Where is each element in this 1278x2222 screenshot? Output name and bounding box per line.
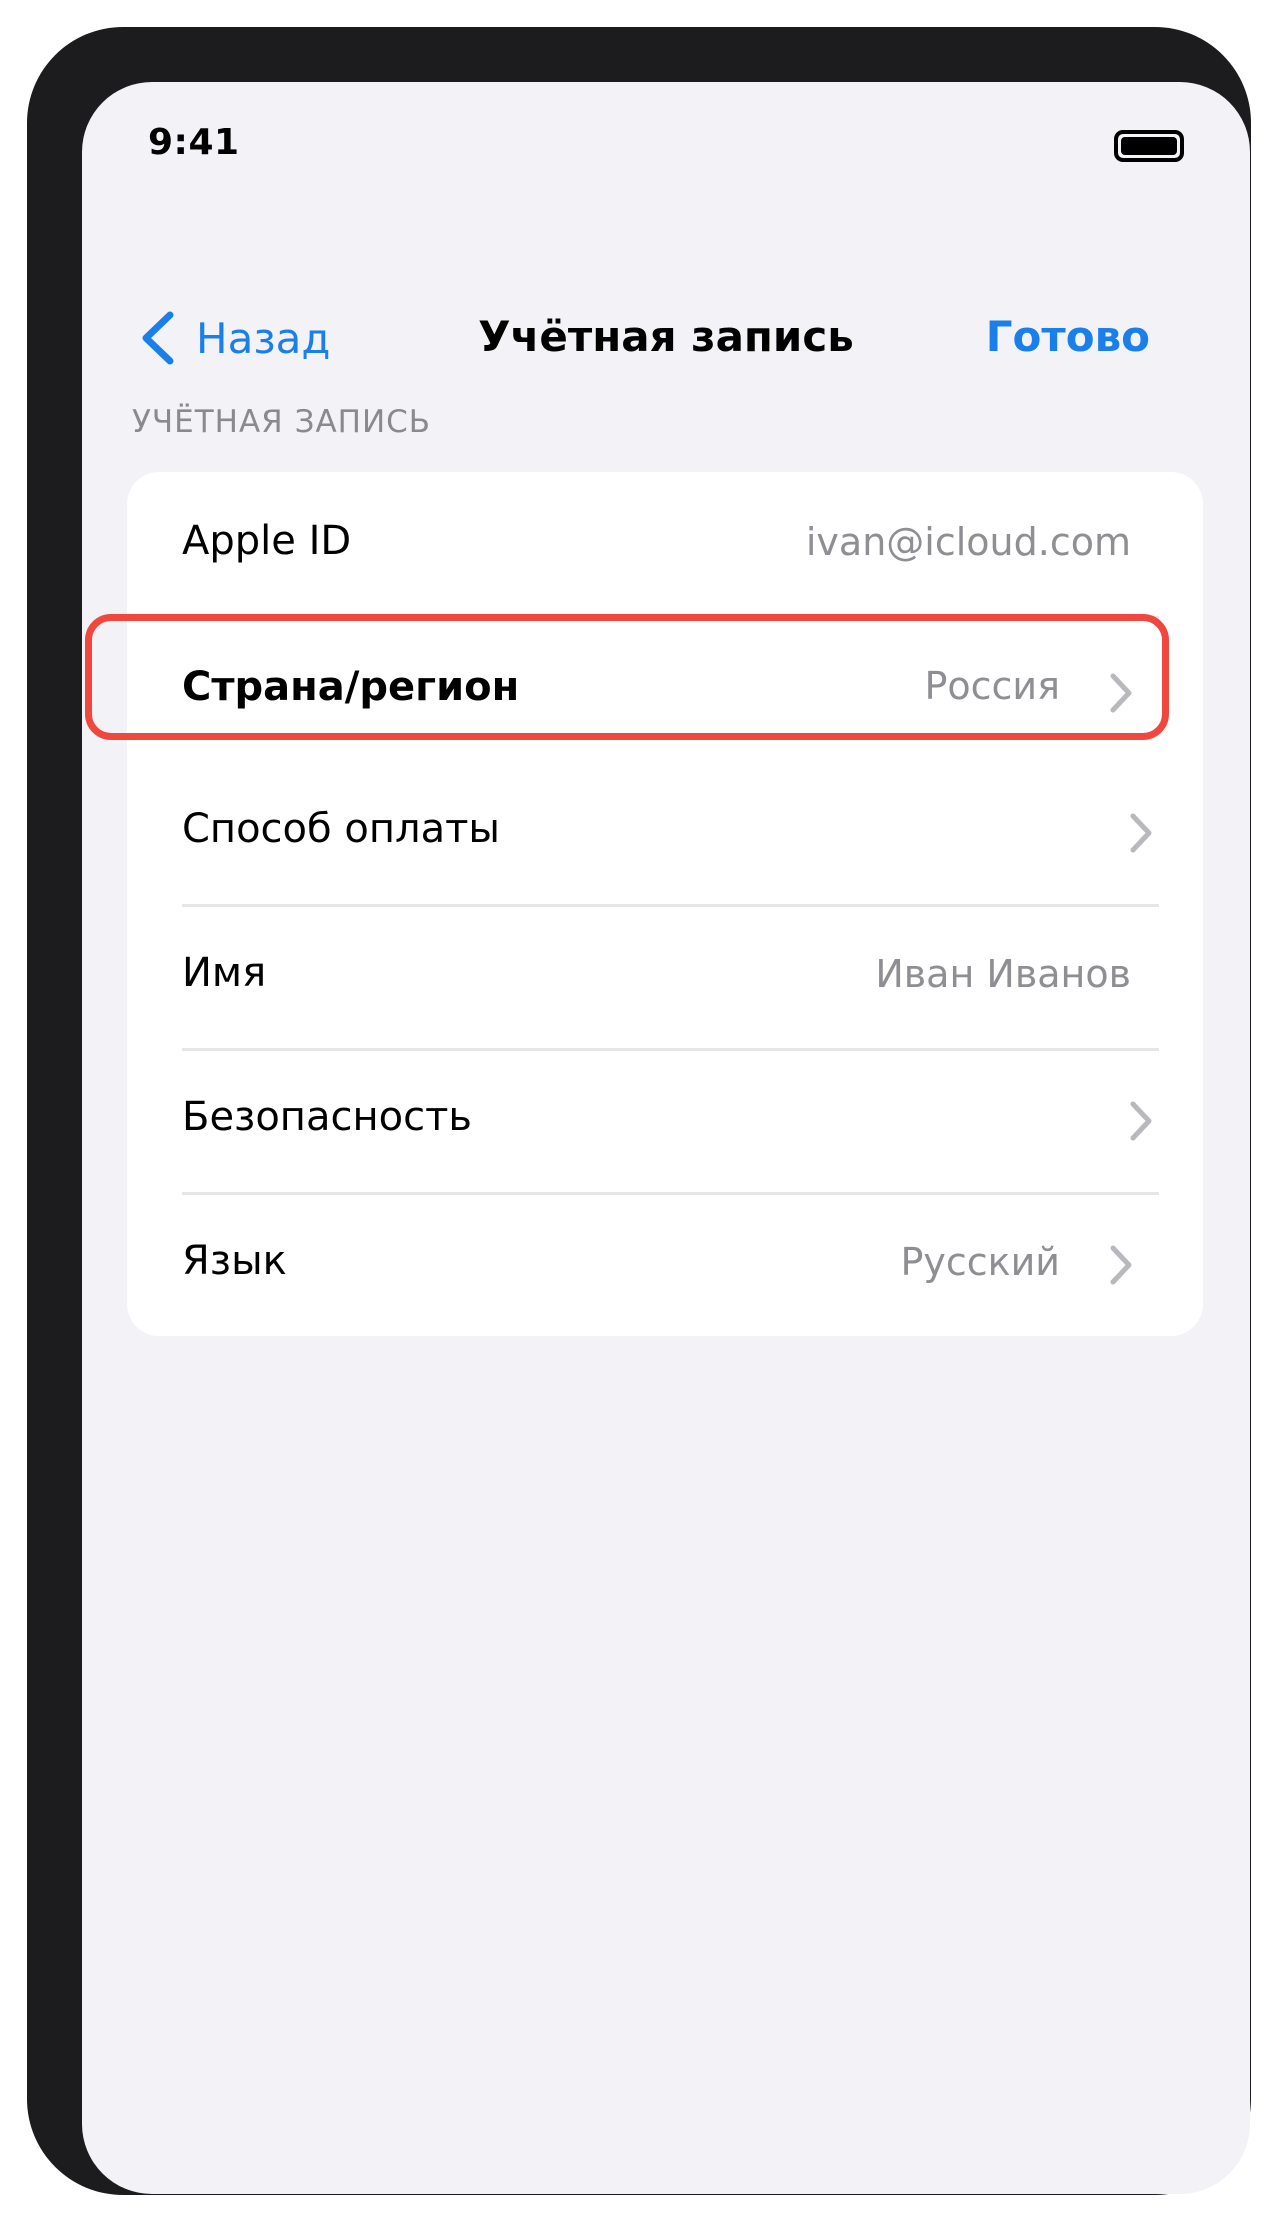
row-label: Способ оплаты <box>182 806 500 852</box>
screen: 9:41 Учётная запись Назад Готово УЧЁТНАЯ… <box>82 82 1250 2194</box>
navigation-bar: Учётная запись Назад Готово <box>82 282 1250 392</box>
row-label: Имя <box>182 950 267 996</box>
chevron-right-icon <box>1130 1101 1152 1141</box>
chevron-right-icon <box>1110 1245 1132 1285</box>
chevron-right-icon <box>1110 673 1132 713</box>
status-time: 9:41 <box>148 122 240 163</box>
account-settings-card: Apple ID ivan@icloud.com Страна/регион Р… <box>127 472 1203 1336</box>
section-header: УЧЁТНАЯ ЗАПИСЬ <box>132 404 432 440</box>
row-value: Иван Иванов <box>875 952 1131 996</box>
row-label: Apple ID <box>182 518 352 564</box>
row-value: ivan@icloud.com <box>805 520 1131 564</box>
row-security[interactable]: Безопасность <box>127 1048 1203 1192</box>
row-label: Язык <box>182 1238 287 1284</box>
battery-full-icon <box>1114 130 1184 162</box>
done-button[interactable]: Готово <box>986 312 1150 361</box>
status-bar: 9:41 <box>82 82 1250 192</box>
row-payment-method[interactable]: Способ оплаты <box>127 760 1203 904</box>
row-name[interactable]: Имя Иван Иванов <box>127 904 1203 1048</box>
row-country-region[interactable]: Страна/регион Россия <box>127 616 1203 760</box>
back-button-label: Назад <box>196 313 331 363</box>
row-value: Россия <box>924 664 1060 708</box>
row-language[interactable]: Язык Русский <box>127 1192 1203 1336</box>
chevron-left-icon <box>142 311 174 365</box>
row-value: Русский <box>900 1240 1060 1284</box>
chevron-right-icon <box>1130 813 1152 853</box>
back-button[interactable]: Назад <box>138 306 330 370</box>
row-label: Страна/регион <box>182 664 520 710</box>
battery-level-fill <box>1121 137 1177 155</box>
phone-frame: 9:41 Учётная запись Назад Готово УЧЁТНАЯ… <box>27 27 1251 2195</box>
row-apple-id[interactable]: Apple ID ivan@icloud.com <box>127 472 1203 616</box>
row-label: Безопасность <box>182 1094 472 1140</box>
